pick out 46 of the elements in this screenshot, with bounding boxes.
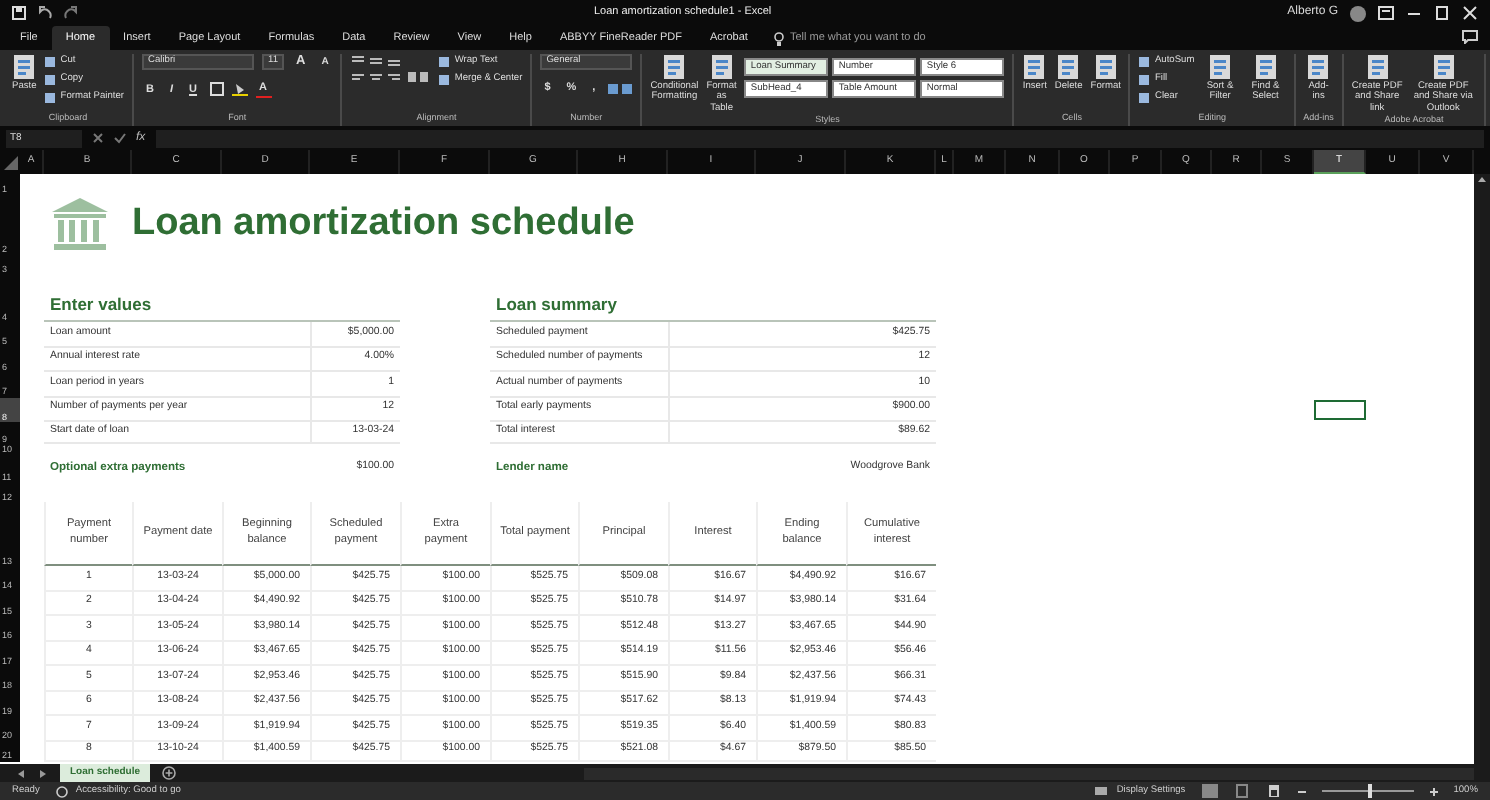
document-icon [709, 54, 734, 80]
lightbulb-icon [773, 31, 784, 45]
normal-view-icon[interactable] [1201, 784, 1218, 798]
avatar-icon [1350, 5, 1366, 21]
enter-icon[interactable] [114, 132, 126, 144]
cancel-icon[interactable] [92, 132, 104, 144]
alignment-icons-drawing [350, 54, 431, 86]
section-heading: Enter values [44, 274, 400, 322]
bank-building-icon [50, 196, 110, 252]
add-sheet-icon[interactable] [162, 766, 177, 780]
document-icon [1093, 54, 1118, 80]
undo-icon[interactable] [38, 6, 52, 20]
sheet-title: Loan amortization schedule [132, 200, 637, 249]
document-icon [1056, 54, 1081, 80]
page-layout-view-icon[interactable] [1233, 784, 1250, 798]
save-icon[interactable] [12, 6, 26, 20]
document-icon [1365, 54, 1390, 80]
monitor-icon [1094, 785, 1109, 797]
document-icon [1208, 54, 1233, 80]
previous-sheet-icon[interactable] [16, 767, 26, 779]
zoom-out-icon[interactable] [1297, 787, 1306, 795]
comment-icon[interactable] [1462, 30, 1478, 44]
accessibility-icon [55, 785, 68, 797]
selected-cell[interactable] [1314, 399, 1366, 420]
document-icon [1431, 54, 1456, 80]
close-icon[interactable] [1462, 6, 1478, 20]
document-icon [12, 54, 37, 80]
maximize-icon[interactable] [1434, 6, 1450, 20]
document-icon [1306, 54, 1331, 80]
fill-color-icon[interactable] [231, 82, 248, 96]
section-heading: Loan summary [490, 274, 936, 322]
zoom-slider-thumb[interactable] [1367, 784, 1372, 798]
scroll-up-icon[interactable] [1476, 174, 1488, 186]
formula-field[interactable] [155, 129, 1484, 147]
borders-icon[interactable] [209, 82, 224, 96]
page-break-view-icon[interactable] [1265, 784, 1282, 798]
zoom-in-icon[interactable] [1429, 787, 1438, 795]
redo-icon[interactable] [64, 6, 78, 20]
document-icon [1022, 54, 1047, 80]
ribbon-display-icon[interactable] [1378, 6, 1394, 20]
document-icon [1253, 54, 1278, 80]
horizontal-scrollbar[interactable] [584, 767, 1474, 779]
document-icon [662, 54, 687, 80]
next-sheet-icon[interactable] [38, 767, 48, 779]
decimal-icon[interactable] [607, 81, 632, 95]
vertical-scrollbar[interactable] [1474, 174, 1490, 764]
